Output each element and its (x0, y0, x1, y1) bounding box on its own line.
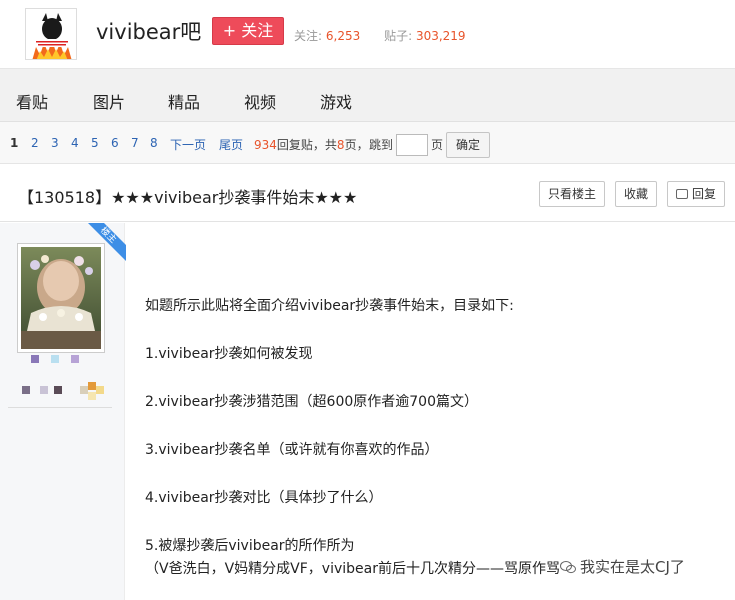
page-suffix: 页， (344, 138, 369, 152)
blur-pixel (54, 386, 62, 394)
page-link[interactable]: 5 (91, 136, 99, 150)
post-line: 5.被爆抄袭后vivibear的所作所为 (145, 538, 355, 554)
level-badge-pixel (51, 355, 59, 363)
level-badge-pixel (31, 355, 39, 363)
blur-pixel (22, 386, 30, 394)
forum-name[interactable]: vivibear吧 (96, 16, 201, 46)
reply-button[interactable]: 回复 (667, 181, 725, 207)
thread-title: 【130518】★★★vivibear抄袭事件始末★★★ (18, 188, 358, 207)
nav-tab-posts[interactable]: 看贴 (16, 89, 48, 113)
tieba-page: vivibear吧 + 关注 关注: 6,253 贴子: 303,219 看贴 … (0, 0, 735, 600)
collect-button[interactable]: 收藏 (615, 181, 657, 207)
only-op-button[interactable]: 只看楼主 (539, 181, 605, 207)
follow-count-label: 关注: (294, 29, 323, 43)
post-line: 3.vivibear抄袭名单（或许就有你喜欢的作品） (145, 442, 439, 458)
follow-count: 6,253 (325, 29, 361, 43)
blur-pixel (88, 382, 96, 390)
thread-title-bar: 【130518】★★★vivibear抄袭事件始末★★★ 只看楼主 收藏 回复 (0, 164, 735, 222)
post-count-label: 贴子: (384, 29, 413, 43)
page-link[interactable]: 3 (51, 136, 59, 150)
last-page-link[interactable]: 尾页 (219, 136, 243, 153)
post-line: 4.vivibear抄袭对比（具体抄了什么） (145, 490, 383, 506)
reply-count: 934 (254, 138, 277, 152)
page-link[interactable]: 7 (131, 136, 139, 150)
jump-label: 跳到 (369, 138, 394, 152)
watermark-text: 我实在是太CJ了 (580, 558, 685, 576)
page-unit-label: 页 (431, 138, 444, 152)
jump-confirm-button[interactable]: 确定 (446, 132, 490, 158)
total-pages: 8 (336, 138, 345, 152)
reply-summary: 934回复贴，共8页， (254, 136, 369, 153)
forum-nav: 看贴 图片 精品 视频 游戏 (0, 68, 735, 122)
blur-pixel (88, 392, 96, 400)
page-link[interactable]: 2 (31, 136, 39, 150)
pagination-bar: 1 2 3 4 5 6 7 8 下一页 尾页 934回复贴，共8页， 跳到 页 … (0, 122, 735, 164)
nav-tab-games[interactable]: 游戏 (320, 89, 352, 113)
blur-pixel (80, 386, 88, 394)
jump-page-input[interactable] (396, 134, 428, 156)
page-link[interactable]: 8 (150, 136, 158, 150)
blur-pixel (40, 386, 48, 394)
next-page-link[interactable]: 下一页 (170, 136, 206, 153)
wechat-icon (560, 561, 576, 574)
page-link[interactable]: 6 (111, 136, 119, 150)
level-badge-pixel (71, 355, 79, 363)
post-line: 1.vivibear抄袭如何被发现 (145, 346, 313, 362)
nav-tab-featured[interactable]: 精品 (168, 89, 200, 113)
follow-button[interactable]: + 关注 (212, 17, 284, 45)
nav-tab-pictures[interactable]: 图片 (93, 89, 125, 113)
post-line: （V爸洗白，V妈精分成VF，vivibear前后十几次精分——骂原作骂 (145, 561, 560, 577)
post-line: 如题所示此贴将全面介绍vivibear抄袭事件始末，目录如下: (145, 298, 514, 314)
post-line: 2.vivibear抄袭涉猎范围（超600原作者逾700篇文） (145, 394, 478, 410)
watermark: 我实在是太CJ了 (560, 556, 685, 577)
forum-stats: 关注: 6,253 贴子: 303,219 (294, 27, 486, 44)
reply-button-label: 回复 (691, 187, 716, 201)
blur-pixel (96, 386, 104, 394)
comment-icon (675, 189, 688, 199)
page-link[interactable]: 4 (71, 136, 79, 150)
nav-tab-videos[interactable]: 视频 (244, 89, 276, 113)
reply-label: 回复贴，共 (276, 138, 337, 152)
forum-header: vivibear吧 + 关注 关注: 6,253 贴子: 303,219 (0, 0, 735, 68)
author-info-blurred (8, 376, 112, 408)
page-current: 1 (10, 136, 19, 150)
forum-logo[interactable] (25, 8, 77, 60)
author-panel (0, 223, 125, 600)
post-count: 303,219 (415, 29, 466, 43)
